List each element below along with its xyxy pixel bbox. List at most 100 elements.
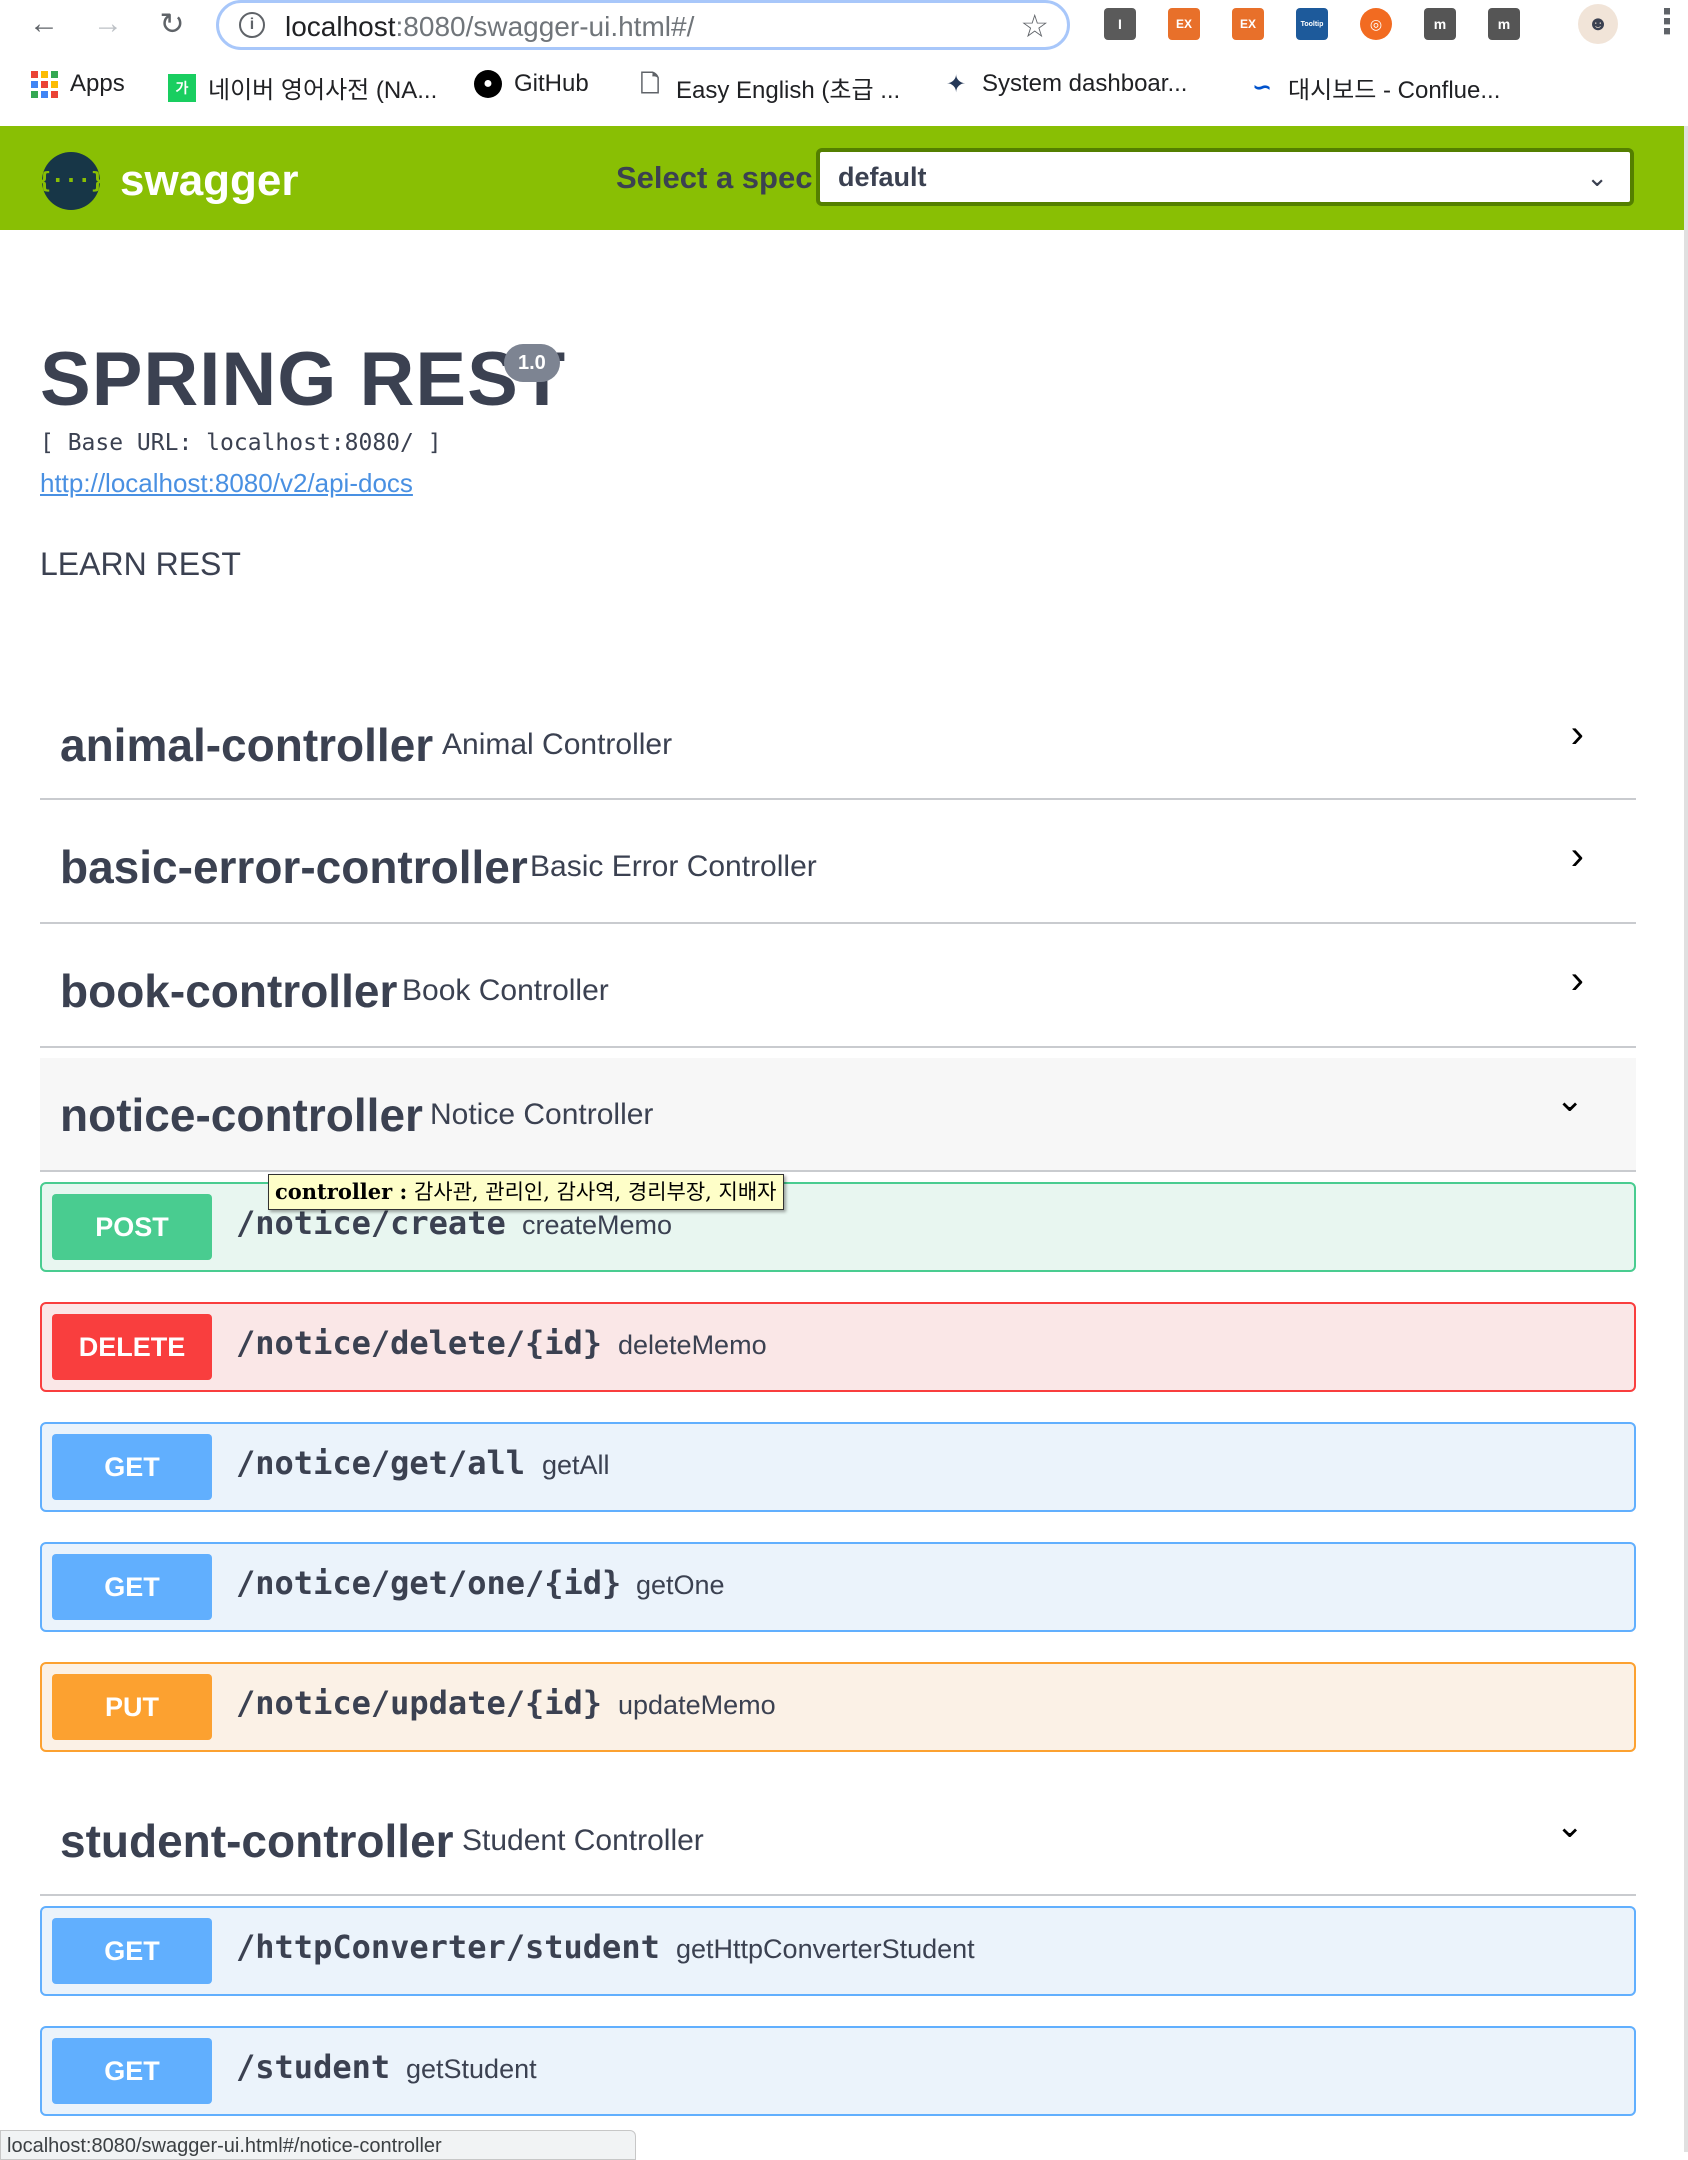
operation-get-notice-one[interactable]: GET /notice/get/one/{id} getOne: [40, 1542, 1636, 1632]
base-url: [ Base URL: localhost:8080/ ]: [40, 430, 442, 456]
page-scrollbar[interactable]: [1684, 126, 1688, 2152]
tag-description: Book Controller: [402, 974, 609, 1007]
method-badge: GET: [52, 1554, 212, 1620]
method-badge: GET: [52, 2038, 212, 2104]
swagger-logo[interactable]: {···} swagger: [38, 152, 299, 210]
tooltip-text: 감사관, 관리인, 감사역, 경리부장, 지배자: [413, 1180, 777, 1204]
method-badge: GET: [52, 1434, 212, 1500]
bookmark-label: Apps: [70, 70, 125, 97]
back-icon[interactable]: ←: [24, 4, 64, 44]
reload-icon[interactable]: ↻: [152, 4, 192, 44]
operation-get-student[interactable]: GET /student getStudent: [40, 2026, 1636, 2116]
operation-summary: getHttpConverterStudent: [676, 1934, 975, 1964]
tag-name: notice-controller: [60, 1089, 423, 1141]
jira-icon: ✦: [945, 70, 967, 98]
chevron-right-icon[interactable]: ›: [1571, 958, 1584, 1003]
operation-path: /httpConverter/student: [236, 1928, 660, 1966]
operation-summary: updateMemo: [618, 1690, 776, 1720]
tooltip-label: controller :: [275, 1179, 408, 1204]
swagger-topbar: {···} swagger Select a spec default ⌄: [0, 126, 1684, 230]
confluence-icon: ∽: [1251, 74, 1273, 101]
operation-summary: getOne: [636, 1570, 725, 1600]
bookmark-label: GitHub: [514, 70, 589, 97]
address-url[interactable]: localhost:8080/swagger-ui.html#/: [285, 11, 694, 43]
document-icon: 🗋: [640, 71, 660, 98]
bookmark-system-dashboard[interactable]: ✦ System dashboar...: [942, 70, 1188, 98]
api-title: SPRING REST: [40, 337, 567, 422]
bookmark-apps[interactable]: Apps: [30, 70, 125, 98]
extension-ex-icon[interactable]: EX: [1168, 8, 1200, 40]
version-badge: 1.0: [504, 344, 560, 382]
operation-path: /notice/delete/{id}: [236, 1324, 603, 1362]
chevron-right-icon[interactable]: ›: [1571, 712, 1584, 757]
extension-m-icon[interactable]: m: [1424, 8, 1456, 40]
tag-book-controller[interactable]: book-controller Book Controller ›: [40, 924, 1636, 1048]
profile-avatar[interactable]: ☻: [1578, 4, 1618, 44]
operation-path: /notice/get/all: [236, 1444, 525, 1482]
method-badge: GET: [52, 1918, 212, 1984]
site-info-icon[interactable]: i: [239, 12, 265, 38]
bookmark-github[interactable]: ● GitHub: [474, 70, 589, 98]
tag-name: student-controller: [60, 1815, 454, 1867]
operation-summary: createMemo: [522, 1210, 673, 1240]
extension-tooltip-dictionary-icon[interactable]: Tooltip: [1296, 8, 1328, 40]
tag-description: Animal Controller: [442, 728, 673, 761]
tag-description: Student Controller: [462, 1824, 704, 1857]
apps-grid-icon: [30, 70, 58, 98]
operation-path: /student: [236, 2048, 391, 2086]
bookmark-label: 대시보드 - Conflue...: [1288, 77, 1501, 104]
address-bar[interactable]: i localhost:8080/swagger-ui.html#/ ☆: [216, 0, 1070, 50]
chevron-down-icon: ⌄: [1586, 162, 1608, 192]
bookmark-naver-dictionary[interactable]: 가 네이버 영어사전 (NA...: [168, 70, 437, 105]
github-icon: ●: [474, 70, 502, 98]
api-description: LEARN REST: [40, 546, 241, 582]
extension-m-icon[interactable]: m: [1488, 8, 1520, 40]
tag-basic-error-controller[interactable]: basic-error-controller Basic Error Contr…: [40, 800, 1636, 924]
naver-dictionary-icon: 가: [168, 73, 196, 102]
spec-select[interactable]: default ⌄: [816, 148, 1634, 206]
extension-i-icon[interactable]: I: [1104, 8, 1136, 40]
tag-description: Basic Error Controller: [530, 850, 817, 883]
operation-delete-notice[interactable]: DELETE /notice/delete/{id} deleteMemo: [40, 1302, 1636, 1392]
operation-summary: deleteMemo: [618, 1330, 767, 1360]
operation-summary: getAll: [542, 1450, 610, 1480]
extension-ex-icon[interactable]: EX: [1232, 8, 1264, 40]
chevron-right-icon[interactable]: ›: [1571, 834, 1584, 879]
method-badge: DELETE: [52, 1314, 212, 1380]
bookmark-label: Easy English (초급 ...: [676, 77, 901, 104]
tag-student-controller[interactable]: student-controller Student Controller ⌄: [40, 1778, 1636, 1896]
operation-summary: getStudent: [406, 2054, 537, 2084]
swagger-logo-icon: {···}: [38, 152, 104, 210]
bookmark-confluence[interactable]: ∽ 대시보드 - Conflue...: [1248, 70, 1500, 105]
bookmark-label: System dashboar...: [982, 70, 1188, 97]
bookmark-easy-english[interactable]: 🗋 Easy English (초급 ...: [636, 70, 900, 105]
forward-icon[interactable]: →: [88, 4, 128, 44]
tag-name: animal-controller: [60, 719, 434, 771]
tag-animal-controller[interactable]: animal-controller Animal Controller ›: [40, 694, 1636, 800]
api-docs-link[interactable]: http://localhost:8080/v2/api-docs: [40, 468, 413, 499]
bookmarks-bar: Apps 가 네이버 영어사전 (NA... ● GitHub 🗋 Easy E…: [0, 64, 1688, 108]
bookmark-star-icon[interactable]: ☆: [1020, 7, 1049, 45]
operation-put-notice-update[interactable]: PUT /notice/update/{id} updateMemo: [40, 1662, 1636, 1752]
hover-tooltip: controller : 감사관, 관리인, 감사역, 경리부장, 지배자: [268, 1174, 784, 1210]
tag-notice-controller[interactable]: notice-controller Notice Controller ⌄: [40, 1058, 1636, 1172]
browser-chrome: ← → ↻ i localhost:8080/swagger-ui.html#/…: [0, 0, 1688, 126]
tag-name: book-controller: [60, 965, 398, 1017]
bookmark-label: 네이버 영어사전 (NA...: [208, 77, 438, 104]
extension-lifebuoy-icon[interactable]: ◎: [1360, 8, 1392, 40]
method-badge: POST: [52, 1194, 212, 1260]
operation-get-notice-all[interactable]: GET /notice/get/all getAll: [40, 1422, 1636, 1512]
browser-menu-icon[interactable]: ⋮: [1650, 2, 1684, 42]
chevron-down-icon[interactable]: ⌄: [1556, 1080, 1585, 1120]
operation-path: /notice/get/one/{id}: [236, 1564, 622, 1602]
select-spec-label: Select a spec: [616, 160, 813, 195]
swagger-brand: swagger: [120, 156, 299, 205]
tag-description: Notice Controller: [430, 1098, 654, 1131]
tag-name: basic-error-controller: [60, 841, 528, 893]
chevron-down-icon[interactable]: ⌄: [1556, 1806, 1585, 1846]
browser-status-bar: localhost:8080/swagger-ui.html#/notice-c…: [0, 2130, 636, 2160]
operation-get-httpconverter-student[interactable]: GET /httpConverter/student getHttpConver…: [40, 1906, 1636, 1996]
spec-select-value: default: [838, 162, 927, 192]
operation-path: /notice/update/{id}: [236, 1684, 603, 1722]
method-badge: PUT: [52, 1674, 212, 1740]
